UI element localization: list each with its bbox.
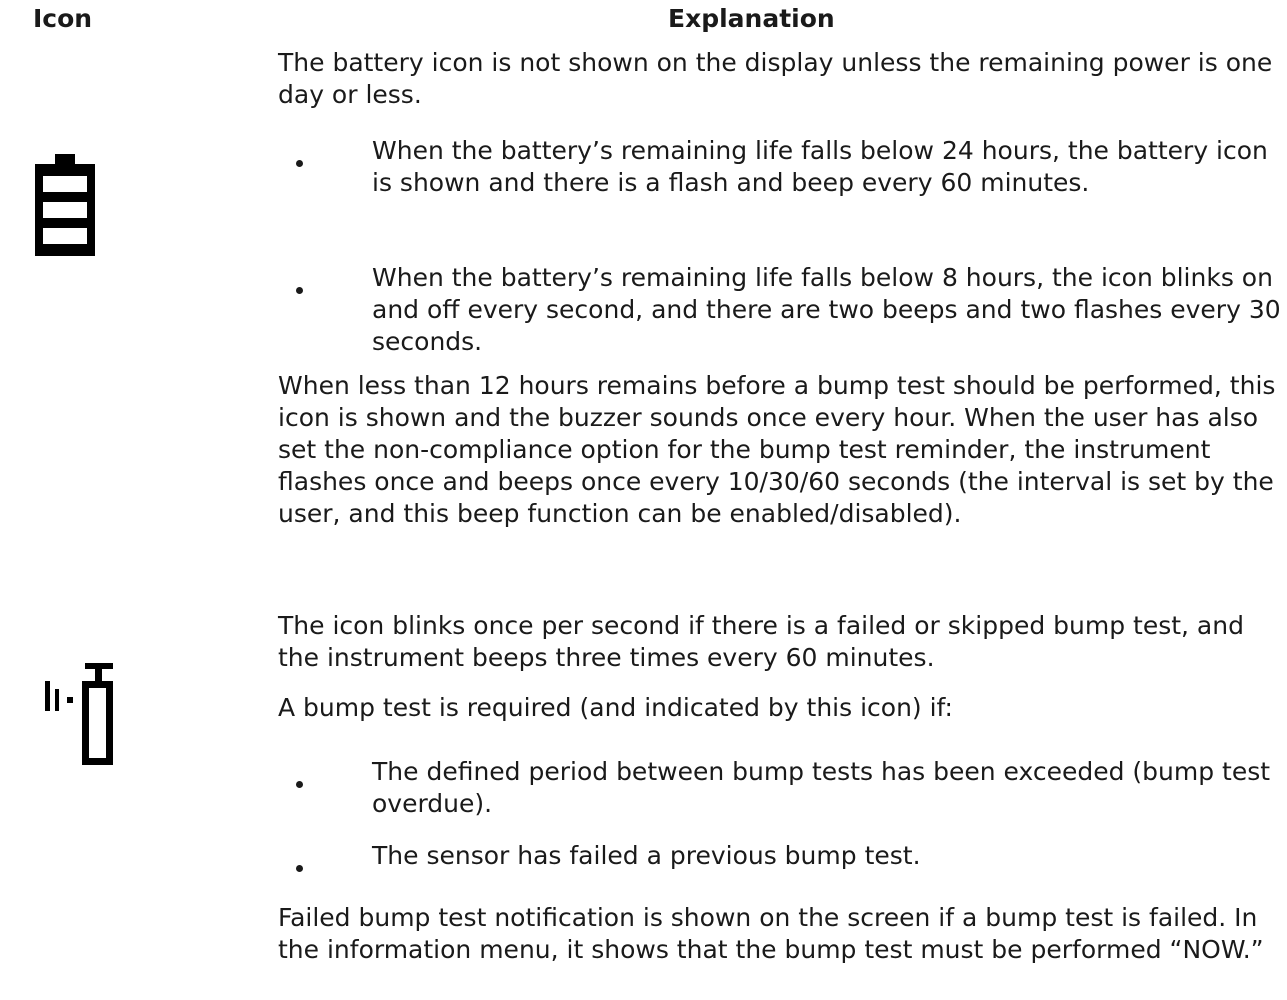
bullet-dot (296, 287, 303, 294)
battery-bullet-2: When the battery’s remaining life falls … (372, 263, 1281, 356)
battery-icon (35, 154, 95, 256)
bullet-dot (296, 781, 303, 788)
bump-reminder: When less than 12 hours remains before a… (278, 371, 1276, 528)
header-explanation: Explanation (668, 4, 835, 33)
bullet-dot (296, 160, 303, 167)
bump-bullet-1: The defined period between bump tests ha… (372, 757, 1271, 818)
bump-test-icon (45, 663, 113, 765)
header-icon: Icon (33, 4, 93, 33)
bump-bullet-2: The sensor has failed a previous bump te… (372, 841, 921, 870)
bump-failed-text: Failed bump test notification is shown o… (278, 903, 1264, 964)
bump-required-intro: A bump test is required (and indicated b… (278, 693, 953, 722)
battery-intro: The battery icon is not shown on the dis… (278, 48, 1273, 109)
bump-blink-text: The icon blinks once per second if there… (278, 611, 1244, 672)
battery-bullet-1: When the battery’s remaining life falls … (372, 136, 1268, 197)
bullet-dot (296, 865, 303, 872)
